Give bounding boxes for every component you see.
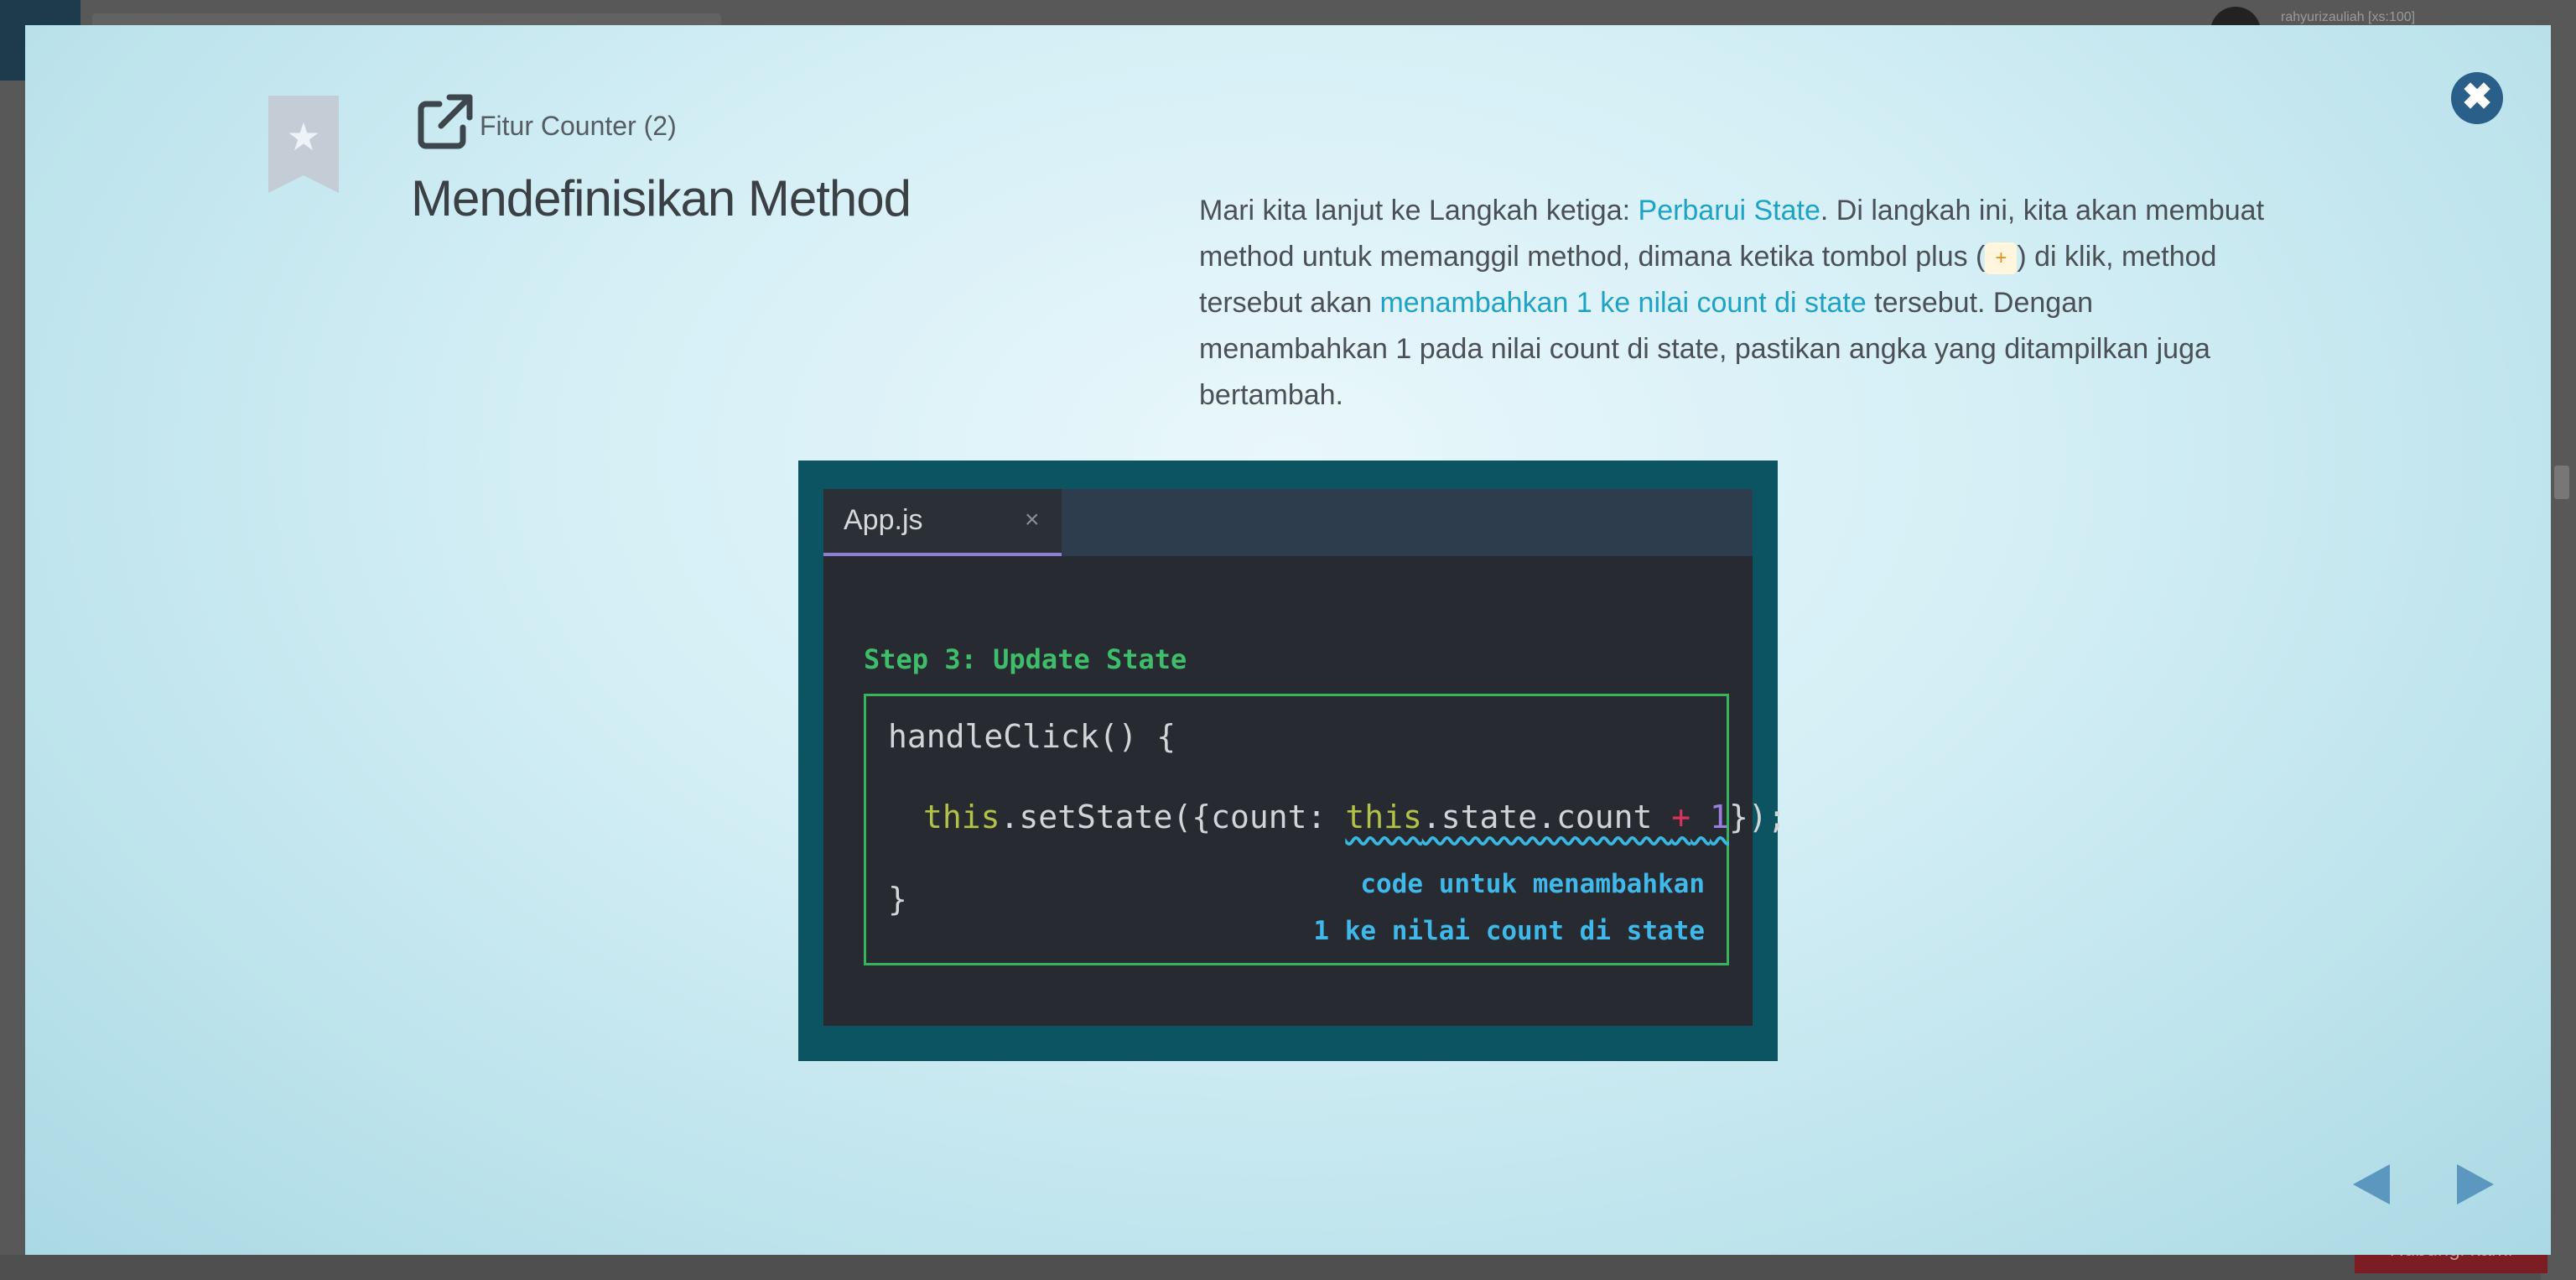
- code-highlighted-expression: this.state.count + 1: [1345, 799, 1729, 835]
- code-number: 1: [1710, 799, 1729, 835]
- module-subtitle: Fitur Counter (2): [480, 111, 677, 141]
- background-scrollbar: [2554, 466, 2569, 499]
- code-text: .setState({count:: [1000, 799, 1346, 835]
- background-bottom-bar: [0, 1255, 2541, 1280]
- tab-app-js: App.js ×: [823, 489, 1062, 556]
- code-keyword: this: [1345, 799, 1422, 835]
- code-box: handleClick() { this.setState({count: th…: [864, 694, 1787, 965]
- paragraph-text: Mari kita lanjut ke Langkah ketiga:: [1199, 195, 1639, 226]
- next-arrow-icon[interactable]: [2457, 1164, 2494, 1205]
- code-line-2: this.setState({count: this.state.count +…: [923, 799, 1787, 835]
- code-note-line-1: code untuk menambahkan: [1360, 869, 1705, 899]
- code-line-1: handleClick() {: [888, 718, 1176, 755]
- close-button[interactable]: ✖: [2451, 72, 2503, 124]
- code-text: });: [1728, 799, 1787, 835]
- page-title: Mendefinisikan Method: [411, 170, 911, 226]
- tab-label: App.js: [844, 504, 923, 536]
- plus-button-chip: +: [1985, 242, 2018, 275]
- star-icon: ★: [286, 115, 321, 159]
- previous-arrow-icon[interactable]: [2353, 1164, 2390, 1205]
- code-operator: +: [1671, 799, 1691, 835]
- code-figure: App.js × Step 3: Update State handleClic…: [798, 460, 1787, 1061]
- code-note-line-2: 1 ke nilai count di state: [1313, 916, 1705, 946]
- step-label: Step 3: Update State: [864, 643, 1187, 675]
- close-icon: ✖: [2461, 76, 2493, 117]
- highlight-add-one: menambahkan 1 ke nilai count di state: [1379, 287, 1867, 319]
- highlight-update-state: Perbarui State: [1638, 195, 1820, 226]
- code-keyword: this: [923, 799, 1000, 835]
- lesson-modal: ★ Fitur Counter (2) Mendefinisikan Metho…: [25, 25, 2551, 1255]
- background-user-label: rahyurizauliah [xs:100]: [2281, 10, 2416, 24]
- tab-close-icon: ×: [1025, 506, 1040, 533]
- bookmark-button[interactable]: ★: [268, 96, 339, 193]
- code-editor: App.js × Step 3: Update State handleClic…: [823, 489, 1787, 1026]
- code-text: .state.count: [1421, 799, 1672, 835]
- code-line-3: }: [888, 881, 907, 918]
- external-link-icon[interactable]: [414, 92, 475, 153]
- lesson-paragraph: Mari kita lanjut ke Langkah ketiga: Perb…: [1199, 188, 2289, 419]
